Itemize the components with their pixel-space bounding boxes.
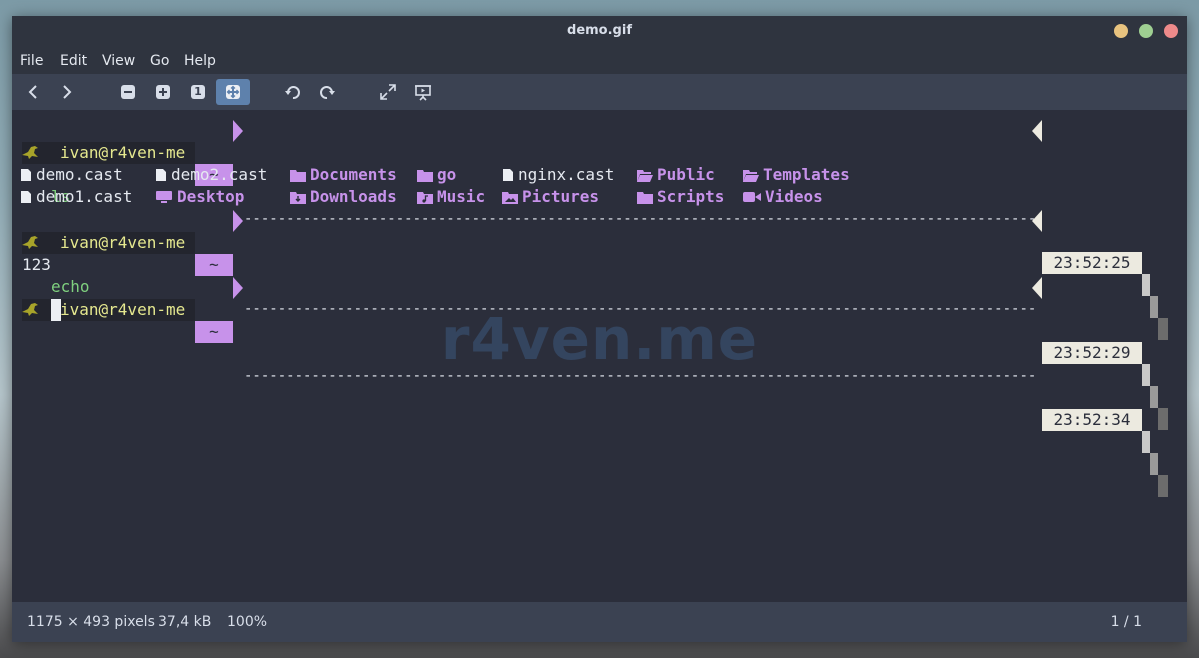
window-title: demo.gif bbox=[567, 23, 632, 38]
folder-open-icon bbox=[743, 169, 759, 182]
prompt-arrow bbox=[233, 277, 243, 299]
list-item: go bbox=[417, 164, 456, 186]
time-arrow bbox=[1032, 120, 1042, 142]
stripe bbox=[1142, 431, 1150, 453]
terminal-cursor bbox=[51, 299, 61, 321]
prompt-arrow bbox=[233, 120, 243, 142]
bird-prompt-icon bbox=[22, 146, 38, 159]
image-canvas[interactable]: r4ven.me ivan@r4ven-me ~ ---------------… bbox=[12, 110, 1187, 602]
prompt-dir: ~ bbox=[195, 321, 233, 343]
folder-icon bbox=[290, 169, 306, 182]
list-item: Templates bbox=[743, 164, 850, 186]
prompt-arrow bbox=[233, 210, 243, 232]
command-line-2: echo 123 bbox=[12, 232, 129, 318]
prompt-time: 23:52:29 bbox=[1042, 342, 1142, 364]
forward-button[interactable] bbox=[50, 79, 84, 105]
title-bar[interactable]: demo.gif bbox=[12, 16, 1187, 46]
zoom-fit-icon bbox=[226, 85, 240, 99]
video-icon bbox=[743, 192, 761, 202]
folder-icon bbox=[417, 169, 433, 182]
close-button[interactable] bbox=[1164, 24, 1178, 38]
page-counter: 1 / 1 bbox=[1110, 614, 1142, 630]
prompt-line-2: ivan@r4ven-me ~ ------------------------… bbox=[12, 210, 1187, 430]
file-size: 37,4 kB bbox=[158, 614, 212, 630]
slideshow-icon bbox=[415, 85, 431, 101]
status-bar: 1175 × 493 pixels 37,4 kB 100% 1 / 1 bbox=[12, 602, 1187, 642]
rotate-left-icon bbox=[285, 86, 300, 99]
fullscreen-icon bbox=[380, 84, 396, 100]
zoom-in-button[interactable] bbox=[146, 79, 180, 105]
time-arrow bbox=[1032, 210, 1042, 232]
image-dimensions: 1175 × 493 pixels bbox=[27, 614, 155, 630]
folder-image-icon bbox=[502, 191, 518, 204]
prompt-time: 23:52:25 bbox=[1042, 252, 1142, 274]
prompt-separator: ----------------------------------------… bbox=[244, 301, 1036, 317]
prompt-line-1: ivan@r4ven-me ~ ------------------------… bbox=[12, 120, 1187, 340]
list-item: Music bbox=[417, 186, 485, 208]
list-item: demo1.cast bbox=[20, 186, 132, 208]
list-item: Downloads bbox=[290, 186, 397, 208]
stripe bbox=[1158, 318, 1168, 340]
toolbar: 1 bbox=[12, 74, 1187, 110]
zoom-out-button[interactable] bbox=[111, 79, 145, 105]
list-item: Desktop bbox=[155, 186, 244, 208]
stripe bbox=[1158, 475, 1168, 497]
prompt-dir: ~ bbox=[195, 254, 233, 276]
file-icon bbox=[503, 169, 513, 181]
folder-icon bbox=[637, 191, 653, 204]
menu-view[interactable]: View bbox=[102, 46, 135, 76]
menu-file[interactable]: File bbox=[20, 46, 43, 76]
menu-bar: File Edit View Go Help bbox=[12, 46, 1187, 74]
stripe bbox=[1142, 364, 1150, 386]
zoom-original-button[interactable]: 1 bbox=[181, 79, 215, 105]
file-icon bbox=[21, 169, 31, 181]
maximize-button[interactable] bbox=[1139, 24, 1153, 38]
desktop-icon bbox=[156, 191, 172, 203]
list-item: nginx.cast bbox=[502, 164, 614, 186]
command-line-1: ls bbox=[12, 142, 70, 206]
list-item: Scripts bbox=[637, 186, 724, 208]
rotate-right-icon bbox=[320, 86, 335, 99]
menu-edit[interactable]: Edit bbox=[60, 46, 87, 76]
folder-open-icon bbox=[637, 169, 653, 182]
command-output: 123 bbox=[22, 255, 51, 274]
file-icon bbox=[21, 191, 31, 203]
stripe bbox=[1150, 386, 1158, 408]
zoom-level: 100% bbox=[227, 614, 268, 630]
slideshow-button[interactable] bbox=[406, 79, 440, 105]
folder-download-icon bbox=[290, 191, 306, 204]
menu-help[interactable]: Help bbox=[184, 46, 216, 76]
back-icon bbox=[28, 85, 37, 99]
stripe bbox=[1150, 453, 1158, 475]
stripe bbox=[1150, 296, 1158, 318]
back-button[interactable] bbox=[16, 79, 50, 105]
forward-icon bbox=[63, 85, 72, 99]
rotate-left-button[interactable] bbox=[276, 79, 310, 105]
file-icon bbox=[156, 169, 166, 181]
list-item: demo.cast bbox=[20, 164, 123, 186]
zoom-fit-button[interactable] bbox=[216, 79, 250, 105]
bird-prompt-icon bbox=[22, 236, 38, 249]
list-item: Public bbox=[637, 164, 715, 186]
image-viewer-window: demo.gif File Edit View Go Help 1 r4ven.… bbox=[12, 16, 1187, 642]
stripe bbox=[1158, 408, 1168, 430]
list-item: Pictures bbox=[502, 186, 599, 208]
menu-go[interactable]: Go bbox=[150, 46, 169, 76]
prompt-line-3: ivan@r4ven-me ~ ------------------------… bbox=[12, 277, 1187, 497]
list-item: demo2.cast bbox=[155, 164, 267, 186]
list-item: Videos bbox=[743, 186, 823, 208]
bird-prompt-icon bbox=[22, 303, 38, 316]
time-arrow bbox=[1032, 277, 1042, 299]
list-item: Documents bbox=[290, 164, 397, 186]
rotate-right-button[interactable] bbox=[310, 79, 344, 105]
zoom-out-icon bbox=[121, 85, 135, 99]
command-line-3 bbox=[12, 299, 212, 321]
prompt-separator: ----------------------------------------… bbox=[244, 368, 1036, 384]
zoom-in-icon bbox=[156, 85, 170, 99]
minimize-button[interactable] bbox=[1114, 24, 1128, 38]
zoom-original-icon: 1 bbox=[191, 85, 205, 99]
folder-music-icon bbox=[417, 191, 433, 204]
fullscreen-button[interactable] bbox=[371, 79, 405, 105]
prompt-time: 23:52:34 bbox=[1042, 409, 1142, 431]
